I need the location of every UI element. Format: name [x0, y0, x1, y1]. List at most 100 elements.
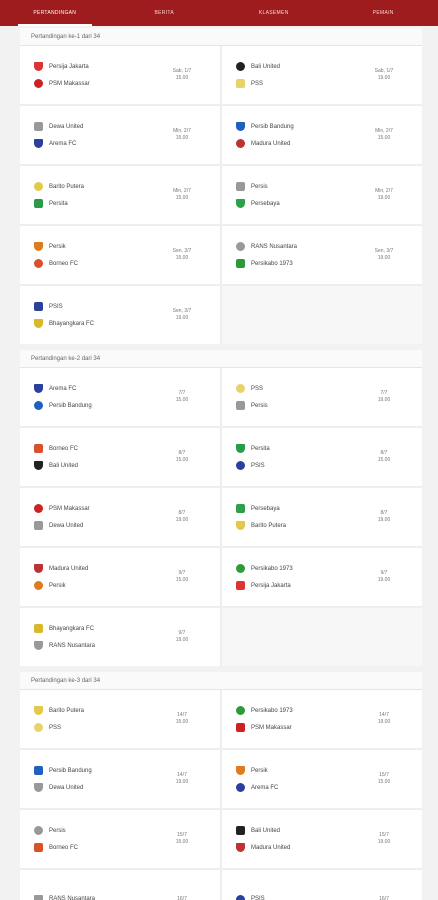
match-card[interactable]: Persikabo 1973 PSM Makassar 14/7 19.00 [222, 690, 422, 748]
tab-pertandingan[interactable]: PERTANDINGAN [0, 0, 110, 26]
match-card[interactable]: Barito Putera PSS 14/7 15.00 [20, 690, 220, 748]
team-name: Bali United [251, 827, 281, 834]
match-time: 15.00 [175, 75, 189, 81]
away-team: Persija Jakarta [236, 581, 366, 590]
match-card[interactable]: Dewa United Arema FC Min, 2/7 15.00 [20, 106, 220, 164]
match-card[interactable]: RANS Nusantara Persikabo 1973 Sen, 3/7 19.0… [222, 226, 422, 284]
away-team: PSM Makassar [34, 79, 164, 88]
team-crest-icon [34, 242, 43, 251]
home-team: Barito Putera [34, 182, 164, 191]
match-datetime: Min, 2/7 15.00 [164, 128, 200, 142]
home-team: Dewa United [34, 122, 164, 131]
match-card[interactable]: Borneo FC Bali United 8/7 15.00 [20, 428, 220, 486]
team-crest-icon [236, 182, 245, 191]
match-card[interactable]: Barito Putera Persita Min, 2/7 15.00 [20, 166, 220, 224]
match-datetime: 16/7 [164, 896, 200, 900]
tab-pemain[interactable]: PEMAIN [329, 0, 438, 26]
away-team: Arema FC [236, 783, 366, 792]
team-crest-icon [236, 766, 245, 775]
team-crest-icon [34, 783, 43, 792]
match-card[interactable]: Persita PSIS 8/7 15.00 [222, 428, 422, 486]
home-team: Persikabo 1973 [236, 706, 366, 715]
match-card[interactable]: Persis Borneo FC 15/7 15.00 [20, 810, 220, 868]
match-datetime: 9/7 19.00 [366, 570, 402, 584]
team-crest-icon [236, 564, 245, 573]
match-datetime: 8/7 19.00 [366, 510, 402, 524]
match-teams: Persikabo 1973 Persija Jakarta [236, 564, 366, 590]
match-date: 15/7 [177, 832, 187, 838]
match-card[interactable]: Persib Bandung Madura United Min, 2/7 15.00 [222, 106, 422, 164]
team-crest-icon [236, 581, 245, 590]
match-card[interactable]: Bali United Madura United 15/7 19.00 [222, 810, 422, 868]
team-crest-icon [34, 581, 43, 590]
match-card[interactable]: Persib Bandung Dewa United 14/7 19.00 [20, 750, 220, 808]
match-card[interactable]: Persis Persebaya Min, 2/7 19.00 [222, 166, 422, 224]
match-datetime: 15/7 19.00 [366, 832, 402, 846]
team-crest-icon [34, 444, 43, 453]
home-team: PSIS [236, 894, 366, 900]
match-card[interactable]: Madura United Persik 9/7 15.00 [20, 548, 220, 606]
tab-berita[interactable]: BERITA [110, 0, 220, 26]
match-teams: Persik Borneo FC [34, 242, 164, 268]
team-crest-icon [34, 766, 43, 775]
team-name: Persija Jakarta [251, 582, 291, 589]
match-date: 8/7 [380, 450, 388, 456]
match-datetime: Sab, 1/7 15.00 [164, 68, 200, 82]
match-card[interactable]: Persikabo 1973 Persija Jakarta 9/7 19.00 [222, 548, 422, 606]
match-time: 15.00 [175, 839, 189, 845]
home-team: RANS Nusantara [34, 894, 164, 900]
match-time: 19.00 [377, 255, 391, 261]
home-team: Bali United [236, 62, 366, 71]
team-name: PSS [251, 80, 264, 87]
away-team: Persib Bandung [34, 401, 164, 410]
match-datetime: 14/7 19.00 [164, 772, 200, 786]
match-card[interactable]: PSS Persis 7/7 19.00 [222, 368, 422, 426]
match-card[interactable]: Bali United PSS Sab, 1/7 19.00 [222, 46, 422, 104]
match-teams: Bhayangkara FC RANS Nusantara [34, 624, 164, 650]
team-crest-icon [236, 79, 245, 88]
round-section: Pertandingan ke-3 dari 34 Barito Putera PS… [20, 672, 422, 900]
match-card[interactable]: Persik Arema FC 15/7 15.00 [222, 750, 422, 808]
match-teams: Persis Persebaya [236, 182, 366, 208]
match-time: 19.00 [377, 839, 391, 845]
match-datetime: Sen, 3/7 19.00 [164, 308, 200, 322]
match-card[interactable]: Bhayangkara FC RANS Nusantara 9/7 19.00 [20, 608, 220, 666]
team-crest-icon [236, 826, 245, 835]
match-card[interactable]: PSIS Bhayangkara FC Sen, 3/7 19.00 [20, 286, 220, 344]
team-name: RANS Nusantara [49, 896, 96, 900]
home-team: RANS Nusantara [236, 242, 366, 251]
match-datetime: 8/7 15.00 [164, 450, 200, 464]
match-card[interactable]: RANS Nusantara 16/7 [20, 870, 220, 900]
team-crest-icon [34, 401, 43, 410]
match-time: 15.00 [175, 397, 189, 403]
team-name: RANS Nusantara [49, 642, 96, 649]
match-card[interactable]: Persebaya Barito Putera 8/7 19.00 [222, 488, 422, 546]
team-name: Barito Putera [251, 522, 287, 529]
team-crest-icon [236, 401, 245, 410]
match-date: 7/7 [178, 390, 186, 396]
match-card[interactable]: Arema FC Persib Bandung 7/7 15.00 [20, 368, 220, 426]
top-tab-bar: PERTANDINGAN BERITA KLASEMEN PEMAIN [0, 0, 438, 26]
tab-klasemen[interactable]: KLASEMEN [219, 0, 329, 26]
empty-match-slot [222, 286, 422, 344]
team-crest-icon [236, 783, 245, 792]
team-name: Persita [49, 200, 68, 207]
team-crest-icon [236, 242, 245, 251]
match-datetime: 8/7 19.00 [164, 510, 200, 524]
match-card[interactable]: PSM Makassar Dewa United 8/7 19.00 [20, 488, 220, 546]
match-grid: Barito Putera PSS 14/7 15.00 Persikabo 1973 P… [20, 690, 422, 900]
match-card[interactable]: Persik Borneo FC Sen, 3/7 15.00 [20, 226, 220, 284]
match-time: 19.00 [175, 315, 189, 321]
match-card[interactable]: PSIS 16/7 [222, 870, 422, 900]
home-team: Madura United [34, 564, 164, 573]
match-datetime: 14/7 19.00 [366, 712, 402, 726]
match-date: Min, 2/7 [173, 128, 191, 134]
match-grid: Persija Jakarta PSM Makassar Sab, 1/7 15.00… [20, 46, 422, 344]
match-teams: Bali United PSS [236, 62, 366, 88]
away-team: Persis [236, 401, 366, 410]
match-teams: RANS Nusantara [34, 894, 164, 900]
team-name: Bali United [49, 462, 79, 469]
team-crest-icon [236, 706, 245, 715]
match-card[interactable]: Persija Jakarta PSM Makassar Sab, 1/7 15.00 [20, 46, 220, 104]
team-crest-icon [34, 723, 43, 732]
